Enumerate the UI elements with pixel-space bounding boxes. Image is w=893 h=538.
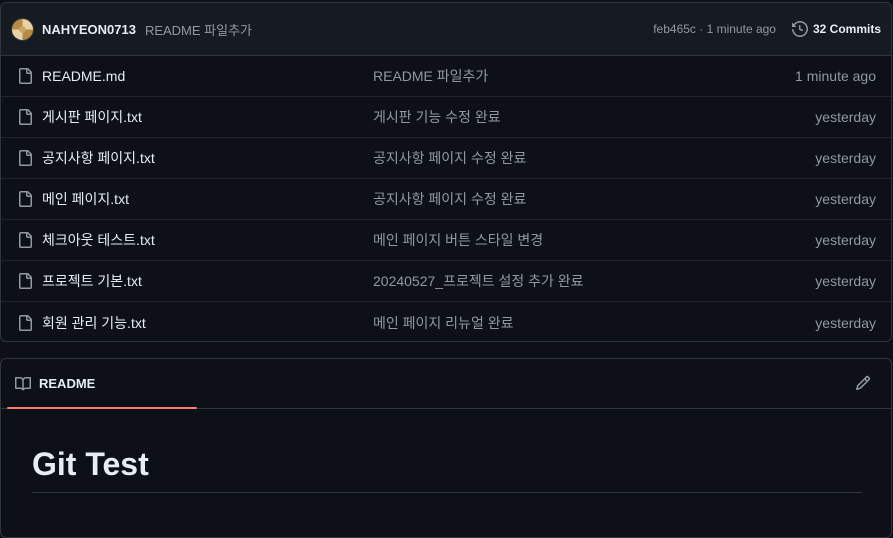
file-icon <box>19 191 32 207</box>
file-commit-age: yesterday <box>815 191 876 207</box>
file-list-box: NAHYEON0713 README 파일추가 feb465c · 1 minu… <box>0 2 892 342</box>
file-name-link[interactable]: 공지사항 페이지.txt <box>42 148 373 168</box>
file-name-link[interactable]: 회원 관리 기능.txt <box>42 313 373 333</box>
commit-message[interactable]: README 파일추가 <box>145 20 252 39</box>
file-name-link[interactable]: 게시판 페이지.txt <box>42 107 373 127</box>
file-row[interactable]: 공지사항 페이지.txt 공지사항 페이지 수정 완료 yesterday <box>1 138 891 179</box>
file-name-link[interactable]: README.md <box>42 68 373 84</box>
file-commit-message-link[interactable]: 공지사항 페이지 수정 완료 <box>373 148 815 168</box>
file-commit-age: yesterday <box>815 109 876 125</box>
avatar[interactable] <box>11 17 34 41</box>
book-icon <box>15 376 31 390</box>
file-commit-age: 1 minute ago <box>795 68 876 84</box>
file-rows: README.md README 파일추가 1 minute ago 게시판 페이지.… <box>1 56 891 341</box>
file-icon <box>19 109 32 125</box>
readme-content: Git Test <box>1 409 891 494</box>
file-name-link[interactable]: 프로젝트 기본.txt <box>42 271 373 291</box>
readme-tab-label: README <box>39 376 96 391</box>
readme-tab[interactable]: README <box>1 359 197 409</box>
history-icon <box>791 21 808 37</box>
file-row[interactable]: 메인 페이지.txt 공지사항 페이지 수정 완료 yesterday <box>1 179 891 220</box>
file-commit-message-link[interactable]: 공지사항 페이지 수정 완료 <box>373 189 815 209</box>
file-icon <box>19 150 32 166</box>
file-row[interactable]: 게시판 페이지.txt 게시판 기능 수정 완료 yesterday <box>1 97 891 138</box>
readme-box: README Git Test <box>0 358 892 538</box>
file-commit-message-link[interactable]: 메인 페이지 버튼 스타일 변경 <box>373 230 815 250</box>
file-icon <box>19 314 32 331</box>
file-icon <box>19 68 32 84</box>
pencil-icon <box>855 375 871 391</box>
commits-count: 32 Commits <box>812 22 881 36</box>
file-row[interactable]: README.md README 파일추가 1 minute ago <box>1 56 891 97</box>
file-icon <box>19 232 32 248</box>
readme-heading: Git Test <box>32 446 862 494</box>
commits-history-link[interactable]: 32 Commits <box>791 21 881 37</box>
file-commit-age: yesterday <box>815 273 876 289</box>
commit-author[interactable]: NAHYEON0713 <box>42 22 136 37</box>
file-row[interactable]: 회원 관리 기능.txt 메인 페이지 리뉴얼 완료 yesterday <box>1 302 891 341</box>
edit-readme-button[interactable] <box>855 375 871 396</box>
file-icon <box>19 273 32 289</box>
file-name-link[interactable]: 체크아웃 테스트.txt <box>42 230 373 250</box>
file-row[interactable]: 프로젝트 기본.txt 20240527_프로젝트 설정 추가 완료 yesterd… <box>1 261 891 302</box>
file-row[interactable]: 체크아웃 테스트.txt 메인 페이지 버튼 스타일 변경 yesterday <box>1 220 891 261</box>
file-commit-message-link[interactable]: 메인 페이지 리뉴얼 완료 <box>373 313 815 333</box>
file-commit-age: yesterday <box>815 150 876 166</box>
file-commit-message-link[interactable]: 20240527_프로젝트 설정 추가 완료 <box>373 271 815 291</box>
readme-header: README <box>1 359 891 409</box>
file-commit-age: yesterday <box>815 314 876 331</box>
latest-commit-bar: NAHYEON0713 README 파일추가 feb465c · 1 minu… <box>1 3 891 56</box>
file-commit-message-link[interactable]: README 파일추가 <box>373 66 795 86</box>
commit-sha-time[interactable]: feb465c · 1 minute ago <box>653 22 776 36</box>
file-commit-age: yesterday <box>815 232 876 248</box>
file-commit-message-link[interactable]: 게시판 기능 수정 완료 <box>373 107 815 127</box>
file-name-link[interactable]: 메인 페이지.txt <box>42 189 373 209</box>
